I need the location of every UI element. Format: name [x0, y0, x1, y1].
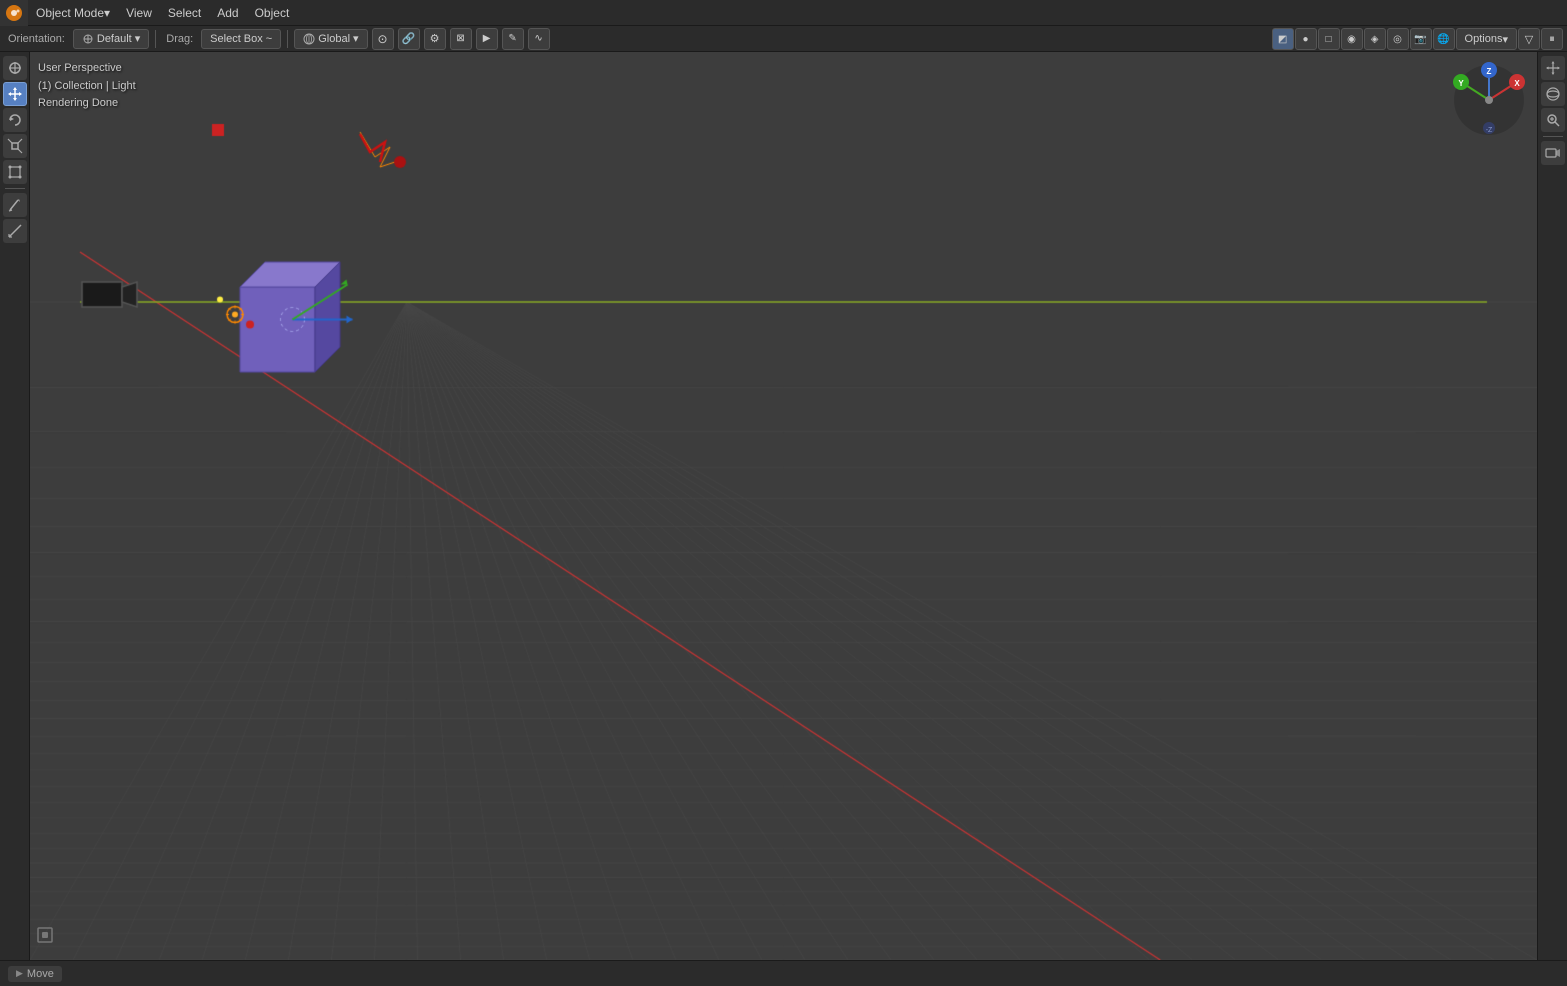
- menu-add[interactable]: Add: [209, 0, 246, 26]
- drag-label: Drag:: [162, 33, 197, 45]
- navigation-gizmo[interactable]: Z X Y -Z: [1449, 60, 1529, 140]
- toolbar-separator: [5, 188, 25, 189]
- material-btn[interactable]: ◈: [1364, 28, 1386, 50]
- left-toolbar: [0, 52, 30, 960]
- solid-btn[interactable]: ◉: [1341, 28, 1363, 50]
- annotate-tool-btn[interactable]: [3, 193, 27, 217]
- separator2: [287, 30, 288, 48]
- cursor-icon: [7, 60, 23, 76]
- annotation-btn[interactable]: ✎: [502, 28, 524, 50]
- overlay-icon-btn[interactable]: ◩: [1272, 28, 1294, 50]
- scale-tool-btn[interactable]: [3, 134, 27, 158]
- rotate-tool-btn[interactable]: [3, 108, 27, 132]
- snap-btn[interactable]: 🔗: [398, 28, 420, 50]
- global-icon: [303, 33, 315, 45]
- top-menu-bar: Object Mode ▾ View Select Add Object: [0, 0, 1567, 26]
- view-camera-btn[interactable]: [1541, 141, 1565, 165]
- orientation-icon: [82, 33, 94, 45]
- right-toolbar: [1537, 52, 1567, 960]
- zoom-icon: [1545, 112, 1561, 128]
- measure-tool-btn[interactable]: [3, 219, 27, 243]
- svg-text:-Z: -Z: [1486, 127, 1493, 134]
- status-move-label: Move: [27, 968, 54, 980]
- view-zoom-btn[interactable]: [1541, 108, 1565, 132]
- menu-object[interactable]: Object: [247, 0, 298, 26]
- grid-canvas: [30, 52, 1537, 960]
- rendered-btn[interactable]: ◎: [1387, 28, 1409, 50]
- menu-object-mode[interactable]: Object Mode ▾: [28, 0, 118, 26]
- proportional-editing-btn[interactable]: ⊙: [372, 28, 394, 50]
- orbit-icon: [1545, 86, 1561, 102]
- right-separator: [1543, 136, 1563, 137]
- snap-toggle-icon[interactable]: [35, 925, 55, 950]
- move-tool-btn[interactable]: [3, 82, 27, 106]
- filter-btn[interactable]: ▽: [1518, 28, 1540, 50]
- status-bar: ▶ Move: [0, 960, 1567, 986]
- wireframe-btn[interactable]: □: [1318, 28, 1340, 50]
- camera-btn[interactable]: 📷: [1410, 28, 1432, 50]
- move-icon: [7, 86, 23, 102]
- svg-text:Z: Z: [1487, 67, 1492, 76]
- orientation-label: Orientation:: [4, 33, 69, 45]
- transform-pivot-btn[interactable]: ⊠: [450, 28, 472, 50]
- shading-icon-btn[interactable]: ●: [1295, 28, 1317, 50]
- svg-text:X: X: [1514, 79, 1520, 88]
- view-pan-btn[interactable]: [1541, 56, 1565, 80]
- orientation-dropdown[interactable]: Default ▾: [73, 29, 149, 49]
- transform-tool-btn[interactable]: [3, 160, 27, 184]
- snap-icon-svg: [35, 925, 55, 945]
- rotate-icon: [7, 112, 23, 128]
- view-orbit-btn[interactable]: [1541, 82, 1565, 106]
- measure-icon: [7, 223, 23, 239]
- nav-gizmo-svg: Z X Y -Z: [1449, 60, 1529, 140]
- pan-icon: [1545, 60, 1561, 76]
- cursor-tool-btn[interactable]: [3, 56, 27, 80]
- menu-view[interactable]: View: [118, 0, 160, 26]
- timeline-btn[interactable]: ∿: [528, 28, 550, 50]
- header-right: ◩ ● □ ◉ ◈ ◎ 📷 🌐 Options ▾ ▽ ⏸: [1272, 26, 1567, 52]
- select-box-dropdown[interactable]: Select Box ~: [201, 29, 281, 49]
- status-arrow: ▶: [16, 968, 23, 979]
- world-btn[interactable]: 🌐: [1433, 28, 1455, 50]
- viewport-3d[interactable]: User Perspective (1) Collection | Light …: [30, 52, 1537, 960]
- snap-options-btn[interactable]: ⚙: [424, 28, 446, 50]
- blender-logo: [0, 0, 28, 26]
- pause-btn[interactable]: ⏸: [1541, 28, 1563, 50]
- transform-affect-btn[interactable]: ▶: [476, 28, 498, 50]
- options-btn[interactable]: Options ▾: [1456, 28, 1517, 50]
- status-move-btn[interactable]: ▶ Move: [8, 966, 62, 982]
- view-camera-icon: [1545, 145, 1561, 161]
- transform-icon: [7, 164, 23, 180]
- svg-text:Y: Y: [1458, 79, 1464, 88]
- scale-icon: [7, 138, 23, 154]
- menu-select[interactable]: Select: [160, 0, 209, 26]
- separator: [155, 30, 156, 48]
- annotate-icon: [7, 197, 23, 213]
- global-dropdown[interactable]: Global ▾: [294, 29, 367, 49]
